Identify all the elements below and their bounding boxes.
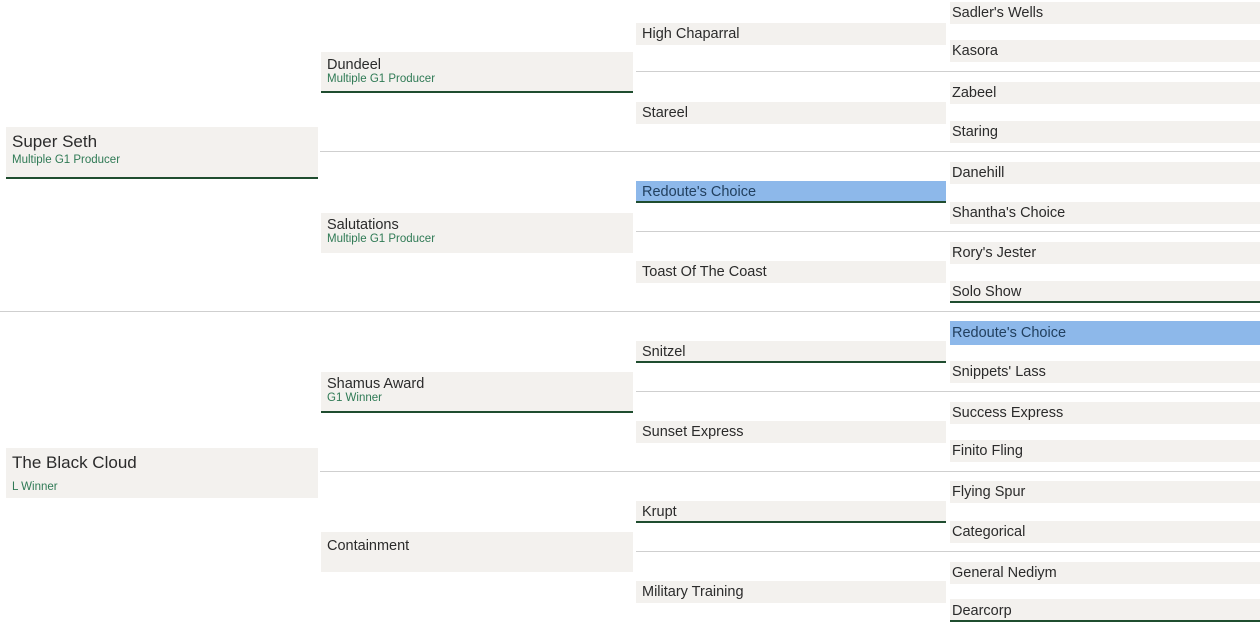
horse-name: Snitzel — [642, 344, 686, 360]
horse-sire[interactable]: Super Seth Multiple G1 Producer — [6, 127, 318, 179]
horse-dam[interactable]: The Black Cloud L Winner — [6, 448, 318, 498]
separator — [0, 311, 1260, 312]
horse-ssd-dam[interactable]: Staring — [950, 121, 1260, 143]
horse-dsd-dam[interactable]: Finito Fling — [950, 440, 1260, 462]
horse-name: Snippets' Lass — [952, 364, 1046, 380]
horse-name: Shantha's Choice — [952, 205, 1066, 221]
separator — [320, 471, 1260, 472]
horse-name: Shamus Award — [327, 376, 425, 392]
horse-name: Redoute's Choice — [642, 184, 757, 200]
horse-note: L Winner — [12, 481, 58, 493]
horse-sdd-sire[interactable]: Rory's Jester — [950, 242, 1260, 264]
horse-name: Sunset Express — [642, 424, 744, 440]
horse-dsd-sire[interactable]: Success Express — [950, 402, 1260, 424]
horse-dds-sire[interactable]: Flying Spur — [950, 481, 1260, 503]
separator — [636, 71, 1260, 72]
horse-name: Dearcorp — [952, 603, 1012, 619]
horse-name: High Chaparral — [642, 26, 740, 42]
horse-sds-sire[interactable]: Danehill — [950, 162, 1260, 184]
horse-note: Multiple G1 Producer — [327, 73, 436, 85]
horse-sss-sire[interactable]: Sadler's Wells — [950, 2, 1260, 24]
horse-note: Multiple G1 Producer — [12, 154, 121, 166]
horse-dd-sire[interactable]: Krupt — [636, 501, 946, 523]
horse-sd-dam[interactable]: Toast Of The Coast — [636, 261, 946, 283]
horse-name: Redoute's Choice — [952, 325, 1067, 341]
horse-name: Dundeel — [327, 57, 382, 73]
horse-name: Solo Show — [952, 284, 1022, 300]
horse-name: Salutations — [327, 217, 399, 233]
separator — [636, 551, 1260, 552]
horse-sd-sire[interactable]: Redoute's Choice — [636, 181, 946, 203]
horse-ds-sire[interactable]: Snitzel — [636, 341, 946, 363]
horse-name: Containment — [327, 538, 410, 554]
horse-dam-sire[interactable]: Shamus Award G1 Winner — [321, 372, 633, 413]
horse-sds-dam[interactable]: Shantha's Choice — [950, 202, 1260, 224]
horse-dss-dam[interactable]: Snippets' Lass — [950, 361, 1260, 383]
horse-note: Multiple G1 Producer — [327, 233, 436, 245]
horse-name: Danehill — [952, 165, 1005, 181]
horse-sire-dam[interactable]: Salutations Multiple G1 Producer — [321, 213, 633, 253]
horse-name: Toast Of The Coast — [642, 264, 767, 280]
horse-ss-sire[interactable]: High Chaparral — [636, 23, 946, 45]
horse-dds-dam[interactable]: Categorical — [950, 521, 1260, 543]
horse-name: Rory's Jester — [952, 245, 1037, 261]
horse-name: Categorical — [952, 524, 1026, 540]
horse-name: The Black Cloud — [12, 453, 137, 472]
separator — [636, 391, 1260, 392]
horse-name: Finito Fling — [952, 443, 1023, 459]
horse-name: Krupt — [642, 504, 677, 520]
separator — [320, 151, 1260, 152]
horse-name: Sadler's Wells — [952, 5, 1044, 21]
horse-dss-sire[interactable]: Redoute's Choice — [950, 321, 1260, 345]
horse-ssd-sire[interactable]: Zabeel — [950, 82, 1260, 104]
horse-name: Zabeel — [952, 85, 997, 101]
separator — [636, 231, 1260, 232]
horse-note: G1 Winner — [327, 392, 382, 404]
horse-name: Stareel — [642, 105, 688, 121]
horse-name: General Nediym — [952, 565, 1057, 581]
horse-ds-dam[interactable]: Sunset Express — [636, 421, 946, 443]
horse-dd-dam[interactable]: Military Training — [636, 581, 946, 603]
horse-name: Kasora — [952, 43, 998, 59]
horse-name: Flying Spur — [952, 484, 1026, 500]
horse-sss-dam[interactable]: Kasora — [950, 40, 1260, 62]
horse-sire-sire[interactable]: Dundeel Multiple G1 Producer — [321, 52, 633, 93]
horse-ddd-sire[interactable]: General Nediym — [950, 562, 1260, 584]
horse-ss-dam[interactable]: Stareel — [636, 102, 946, 124]
horse-name: Staring — [952, 124, 998, 140]
horse-name: Success Express — [952, 405, 1064, 421]
horse-dam-dam[interactable]: Containment — [321, 532, 633, 572]
horse-ddd-dam[interactable]: Dearcorp — [950, 599, 1260, 622]
horse-sdd-dam[interactable]: Solo Show — [950, 281, 1260, 303]
horse-name: Military Training — [642, 584, 744, 600]
horse-name: Super Seth — [12, 132, 98, 151]
